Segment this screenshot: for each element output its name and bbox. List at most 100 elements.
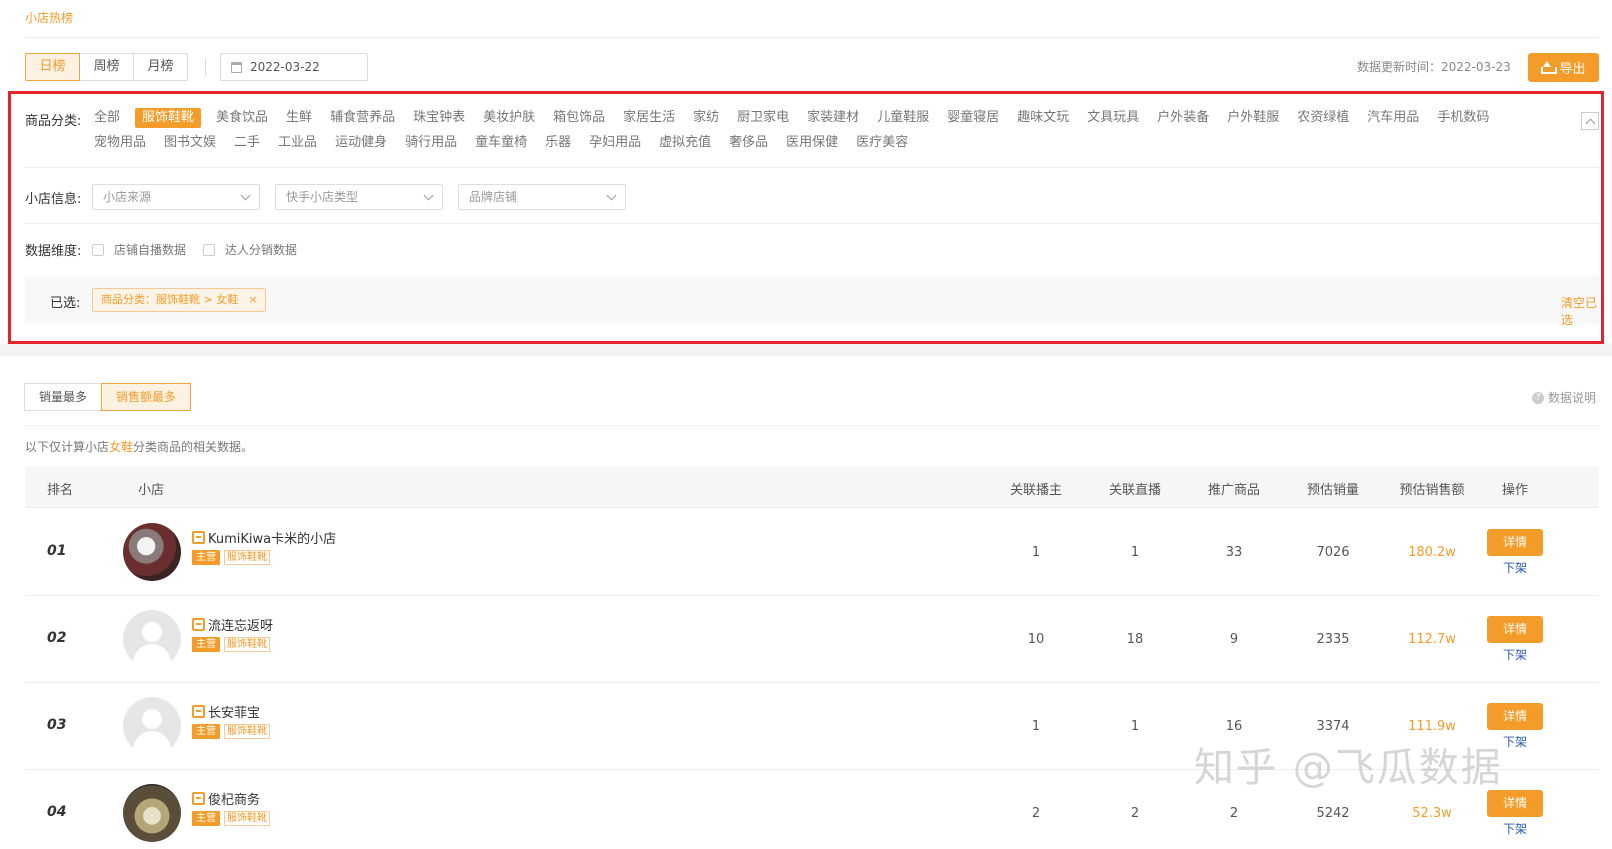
tab-divider bbox=[25, 37, 1599, 38]
table-row: 01 KumiKiwa卡米的小店主营 服饰鞋靴 1 1 33 7026 180.2w 详情下架 bbox=[25, 509, 1599, 596]
shop-name-text: KumiKiwa卡米的小店 bbox=[208, 532, 337, 547]
header-sales: 预估销量 bbox=[1306, 483, 1359, 498]
shop-name-text: 俊杞商务 bbox=[208, 793, 261, 808]
shop-name[interactable]: KumiKiwa卡米的小店 bbox=[192, 528, 336, 547]
sort-by-revenue-button[interactable]: 销售额最多 bbox=[101, 383, 192, 411]
category-badge: 服饰鞋靴 bbox=[224, 637, 270, 652]
lives-value: 1 bbox=[1130, 719, 1140, 734]
main-category-badge: 主营 bbox=[192, 550, 220, 565]
question-icon: ? bbox=[1532, 391, 1544, 404]
avatar-placeholder-head bbox=[142, 622, 162, 642]
divider bbox=[25, 425, 1599, 426]
shop-name-text: 流连忘返呀 bbox=[208, 619, 274, 634]
shop-badges: 主营 服饰鞋靴 bbox=[192, 637, 270, 652]
avatar[interactable] bbox=[123, 523, 181, 581]
data-note-label: 数据说明 bbox=[1548, 391, 1597, 405]
description-suffix: 分类商品的相关数据。 bbox=[133, 440, 254, 454]
shop-icon bbox=[192, 618, 205, 631]
streamers-value: 1 bbox=[1031, 719, 1041, 734]
streamers-value: 2 bbox=[1031, 806, 1041, 821]
sort-by-sales-button[interactable]: 销量最多 bbox=[24, 383, 103, 411]
rank-number: 03 bbox=[47, 717, 67, 733]
detail-button[interactable]: 详情 bbox=[1487, 529, 1543, 556]
shop-name[interactable]: 长安菲宝 bbox=[192, 702, 260, 721]
sales-value: 3374 bbox=[1316, 719, 1350, 734]
description-text: 以下仅计算小店女鞋分类商品的相关数据。 bbox=[25, 438, 253, 455]
main-category-badge: 主营 bbox=[192, 637, 220, 652]
header-products: 推广商品 bbox=[1207, 483, 1260, 498]
revenue-value: 112.7w bbox=[1408, 632, 1456, 647]
description-highlight: 女鞋 bbox=[109, 440, 134, 454]
divider bbox=[205, 58, 206, 76]
description-prefix: 以下仅计算小店 bbox=[25, 440, 110, 454]
sales-value: 2335 bbox=[1316, 632, 1350, 647]
shop-icon bbox=[192, 792, 205, 805]
table-row: 02 流连忘返呀 主营 服饰鞋靴 10 18 9 2335 112.7w 详情 下架 bbox=[25, 596, 1599, 683]
products-value: 33 bbox=[1225, 545, 1243, 560]
export-label: 导出 bbox=[1559, 62, 1586, 77]
products-value: 9 bbox=[1229, 632, 1239, 647]
shop-icon bbox=[192, 531, 205, 544]
upload-icon bbox=[1541, 60, 1558, 74]
category-badge: 服饰鞋靴 bbox=[224, 550, 270, 565]
revenue-value: 180.2w bbox=[1408, 545, 1456, 560]
shop-icon bbox=[192, 705, 205, 718]
avatar[interactable] bbox=[123, 610, 181, 668]
main-category-badge: 主营 bbox=[192, 811, 220, 826]
lives-value: 1 bbox=[1130, 545, 1140, 560]
rank-number: 04 bbox=[47, 804, 67, 820]
avatar[interactable] bbox=[123, 784, 181, 842]
rank-period-tabs: 日榜 周榜 月榜 bbox=[25, 53, 188, 81]
watermark: 知乎 @飞瓜数据 bbox=[1194, 745, 1503, 791]
avatar[interactable] bbox=[123, 697, 181, 755]
avatar-placeholder-body bbox=[133, 644, 171, 668]
monthly-rank-button[interactable]: 月榜 bbox=[133, 53, 188, 81]
highlight-box bbox=[8, 91, 1604, 344]
detail-button[interactable]: 详情 bbox=[1487, 790, 1543, 817]
header-shop: 小店 bbox=[138, 483, 165, 498]
avatar-placeholder-body bbox=[133, 731, 171, 755]
daily-rank-button[interactable]: 日榜 bbox=[25, 53, 80, 81]
header-streamers: 关联播主 bbox=[1009, 483, 1062, 498]
shop-name-text: 长安菲宝 bbox=[208, 706, 261, 721]
delist-link[interactable]: 下架 bbox=[1487, 559, 1543, 576]
data-note-link[interactable]: ? 数据说明 bbox=[1532, 389, 1596, 406]
main-category-badge: 主营 bbox=[192, 724, 220, 739]
category-badge: 服饰鞋靴 bbox=[224, 811, 270, 826]
header-actions: 操作 bbox=[1501, 483, 1528, 498]
revenue-value: 52.3w bbox=[1412, 806, 1452, 821]
tab-shop-hot-list[interactable]: 小店热榜 bbox=[25, 10, 73, 38]
products-value: 2 bbox=[1229, 806, 1239, 821]
shop-name[interactable]: 流连忘返呀 bbox=[192, 615, 273, 634]
products-value: 16 bbox=[1225, 719, 1243, 734]
sales-value: 7026 bbox=[1316, 545, 1350, 560]
streamers-value: 1 bbox=[1031, 545, 1041, 560]
export-button[interactable]: 导出 bbox=[1528, 53, 1599, 82]
date-picker[interactable]: 2022-03-22 bbox=[220, 53, 368, 81]
sales-value: 5242 bbox=[1316, 806, 1350, 821]
shop-name[interactable]: 俊杞商务 bbox=[192, 789, 260, 808]
update-time: 数据更新时间：2022-03-23 bbox=[1357, 60, 1511, 74]
header-lives: 关联直播 bbox=[1108, 483, 1161, 498]
calendar-icon bbox=[231, 61, 242, 73]
detail-button[interactable]: 详情 bbox=[1487, 616, 1543, 643]
delist-link[interactable]: 下架 bbox=[1487, 646, 1543, 663]
shop-badges: 主营 服饰鞋靴 bbox=[192, 724, 270, 739]
lives-value: 2 bbox=[1130, 806, 1140, 821]
header-revenue: 预估销售额 bbox=[1399, 483, 1465, 498]
avatar-placeholder-head bbox=[142, 709, 162, 729]
header-rank: 排名 bbox=[47, 483, 74, 498]
revenue-value: 111.9w bbox=[1408, 719, 1456, 734]
delist-link[interactable]: 下架 bbox=[1487, 820, 1543, 837]
sort-tabs: 销量最多 销售额最多 bbox=[24, 383, 192, 411]
streamers-value: 10 bbox=[1027, 632, 1045, 647]
shop-badges: 主营 服饰鞋靴 bbox=[192, 550, 270, 565]
detail-button[interactable]: 详情 bbox=[1487, 703, 1543, 730]
rank-number: 02 bbox=[47, 630, 67, 646]
rank-number: 01 bbox=[47, 543, 67, 559]
shop-badges: 主营 服饰鞋靴 bbox=[192, 811, 270, 826]
date-value: 2022-03-22 bbox=[250, 60, 320, 74]
weekly-rank-button[interactable]: 周榜 bbox=[79, 53, 134, 81]
table-header: 排名 小店 关联播主 关联直播 推广商品 预估销量 预估销售额 操作 bbox=[25, 467, 1599, 508]
category-badge: 服饰鞋靴 bbox=[224, 724, 270, 739]
